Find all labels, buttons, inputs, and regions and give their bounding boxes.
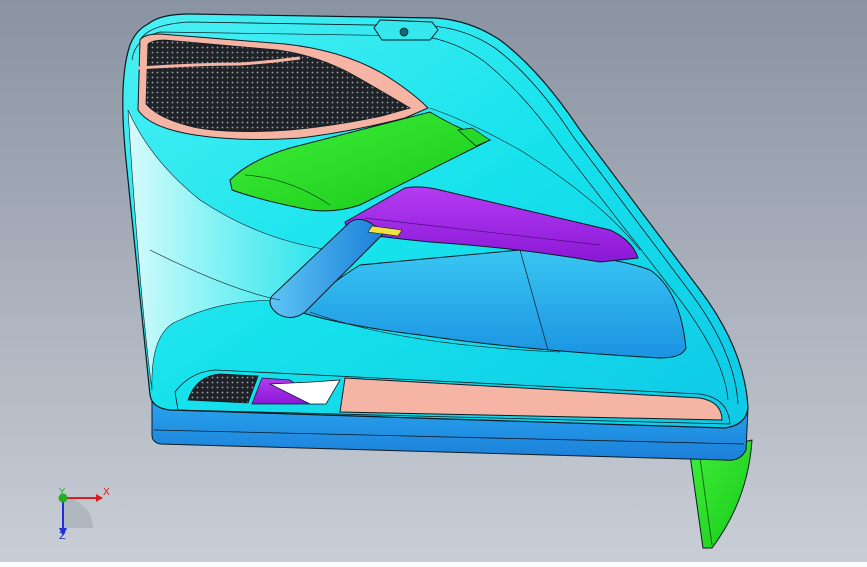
triad-shadow — [63, 498, 93, 528]
z-axis-label: Z — [59, 531, 66, 542]
cad-viewport[interactable]: X Y Z — [0, 0, 867, 562]
door-panel-model[interactable] — [0, 0, 867, 562]
clip-hole — [399, 27, 409, 37]
y-axis-label: Y — [59, 487, 66, 498]
x-axis-label: X — [103, 487, 110, 498]
x-axis-head — [96, 494, 103, 502]
